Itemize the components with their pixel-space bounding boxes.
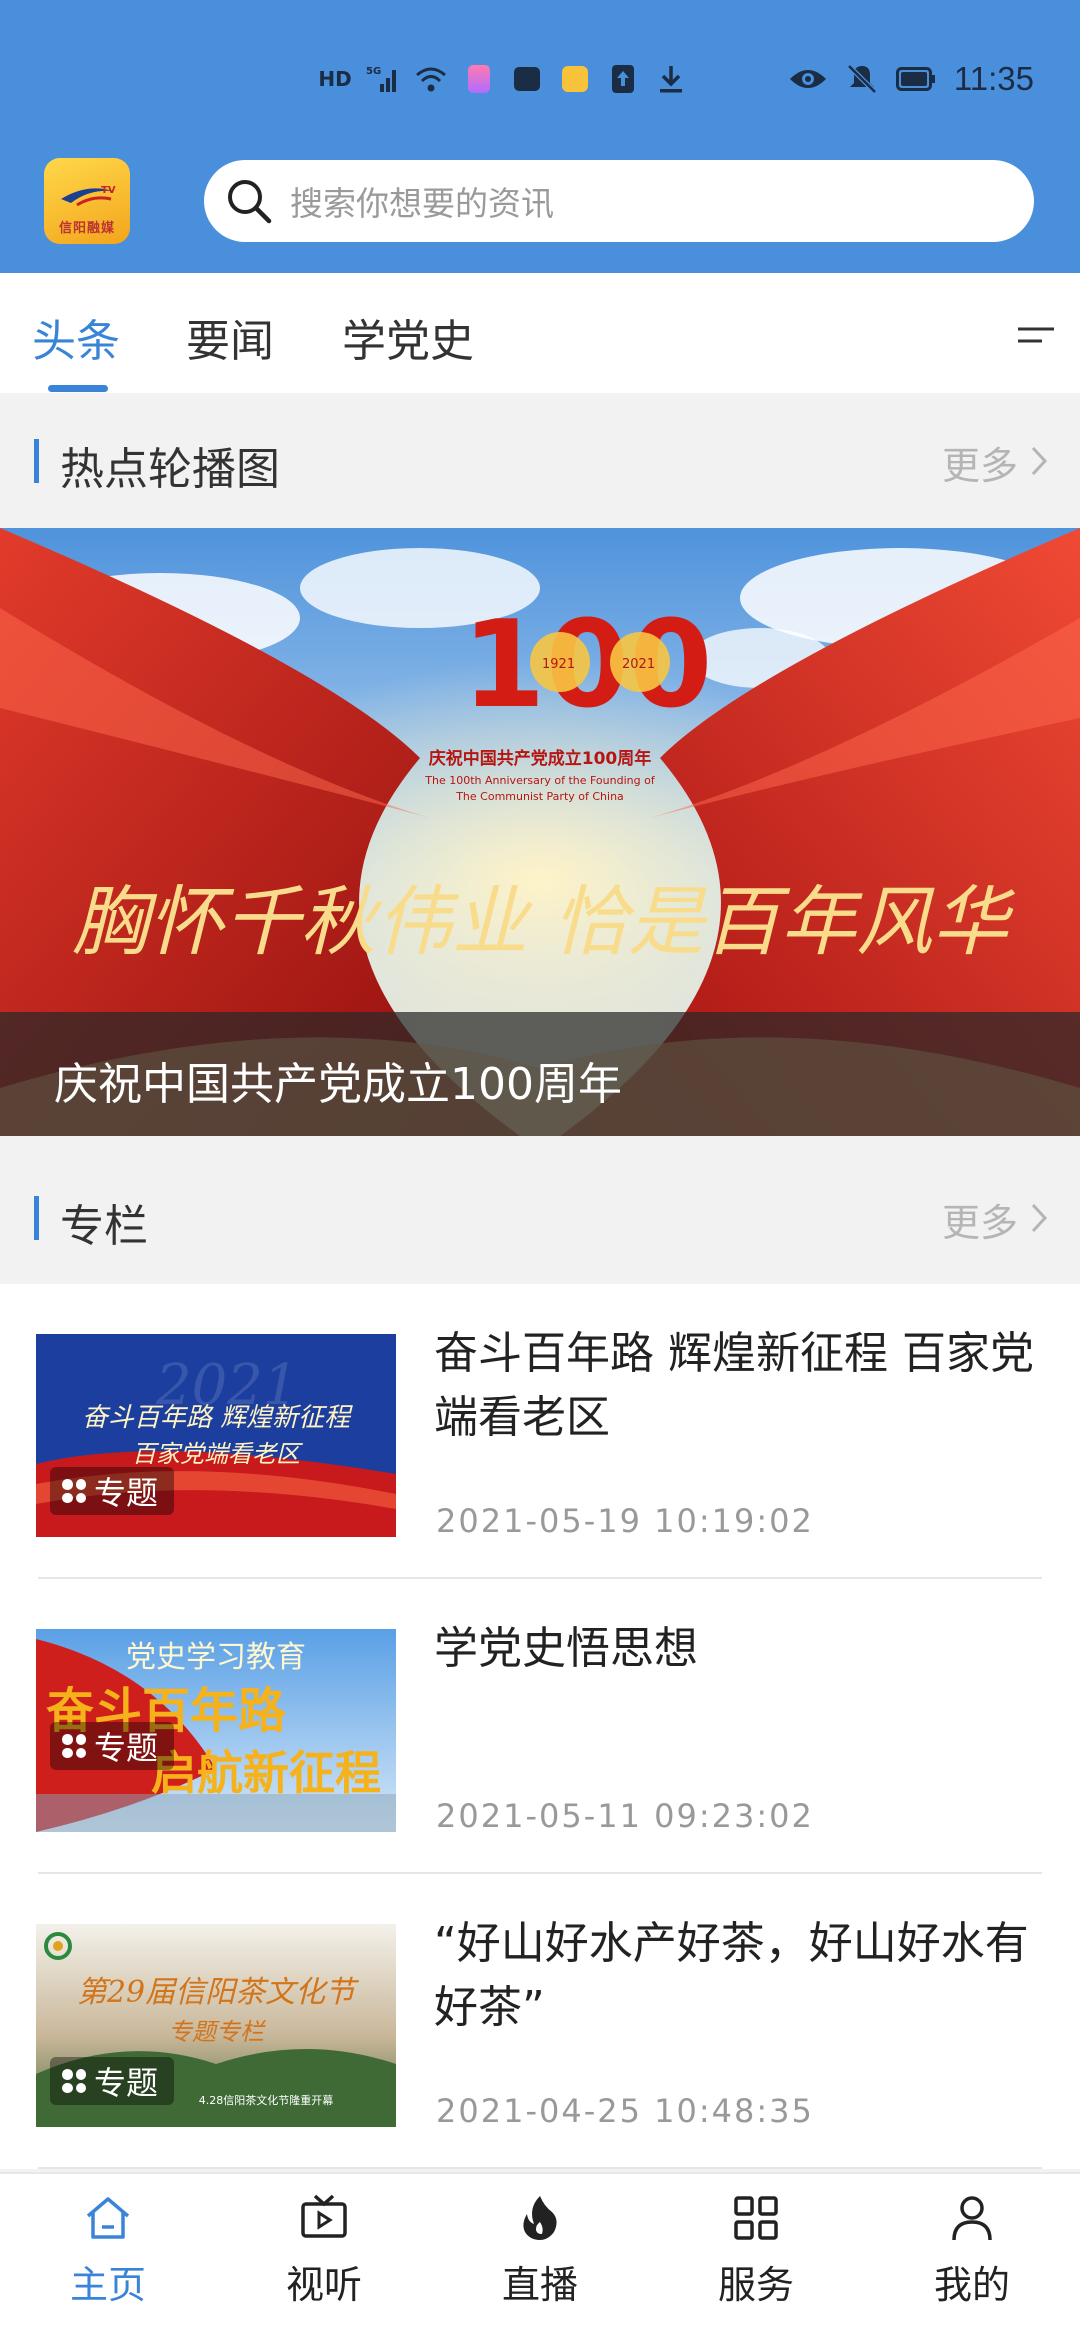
nav-label: 主页 [69,2263,146,2307]
article-list: 2021 奋斗百年路 辉煌新征程 百家党端看老区 专题 奋斗百年路 辉煌新征程 … [0,1284,1080,2169]
article-date: 2021-04-25 10:48:35 [436,2092,814,2130]
nav-label: 我的 [933,2263,1010,2307]
section-title: 热点轮播图 [60,444,280,495]
svg-text:第29届信阳茶文化节: 第29届信阳茶文化节 [77,1975,359,2010]
divider [38,2167,1042,2169]
search-placeholder: 搜索你想要的资讯 [290,184,554,223]
svg-text:2021: 2021 [622,657,655,672]
nav-label: 视听 [285,2263,362,2307]
battery-icon [895,67,935,91]
flame-icon [523,2196,557,2240]
article-date: 2021-05-11 09:23:02 [436,1797,814,1835]
more-link[interactable]: 更多 [942,1192,1018,1247]
svg-text:4.28信阳茶文化节隆重开幕: 4.28信阳茶文化节隆重开幕 [199,2093,334,2107]
topic-icon [62,1734,86,1758]
article-thumbnail: 2021 奋斗百年路 辉煌新征程 百家党端看老区 专题 [36,1334,396,1537]
nav-profile[interactable]: 我的 [912,2192,1032,2309]
user-icon [952,2196,992,2241]
svg-text:The 100th Anniversary of the F: The 100th Anniversary of the Founding of [424,774,656,787]
status-bar-left: HD 5G [318,56,688,102]
search-icon [228,180,272,224]
5g-signal-icon: 5G [366,64,400,94]
banner-subtitle-cn: 庆祝中国共产党成立100周年 [429,748,652,769]
wifi-icon [414,64,448,94]
home-icon [86,2197,130,2239]
app-logo[interactable]: TV 信阳融媒 [44,158,130,244]
app-notification-icon [462,64,496,94]
svg-text:The Communist Party of China: The Communist Party of China [455,790,624,803]
active-tab-indicator [48,385,108,392]
nav-label: 直播 [501,2263,578,2307]
section-accent-bar [34,439,39,483]
nav-live[interactable]: 直播 [480,2192,600,2309]
topic-tag: 专题 [50,1467,175,1515]
search-bar[interactable]: 搜索你想要的资讯 [204,160,1034,242]
svg-text:启航新征程: 启航新征程 [151,1746,381,1800]
nav-services[interactable]: 服务 [696,2192,816,2309]
tab-headlines[interactable]: 头条 [32,305,120,369]
tab-news[interactable]: 要闻 [186,305,274,369]
article-thumbnail: 第29届信阳茶文化节 专题专栏 4.28信阳茶文化节隆重开幕 专题 [36,1924,396,2127]
list-item[interactable]: 党史学习教育 奋斗百年路 启航新征程 专题 学党史悟思想 2021-05-11 … [0,1579,1080,1874]
app-icon [558,64,592,94]
svg-text:党史学习教育: 党史学习教育 [126,1640,306,1675]
eye-icon [789,70,826,88]
logo-text: 信阳融媒 [58,221,115,236]
list-item[interactable]: 2021 奋斗百年路 辉煌新征程 百家党端看老区 专题 奋斗百年路 辉煌新征程 … [0,1284,1080,1579]
svg-text:百家党端看老区: 百家党端看老区 [132,1440,303,1468]
nav-label: 服务 [717,2263,794,2307]
download-icon [654,64,688,94]
channel-tabs: 头条 要闻 学党史 [0,273,1080,393]
topic-tag: 专题 [50,1722,175,1770]
tab-party-history[interactable]: 学党史 [342,305,474,369]
svg-text:专题专栏: 专题专栏 [168,2018,266,2046]
svg-text:奋斗百年路 辉煌新征程: 奋斗百年路 辉煌新征程 [82,1403,353,1433]
banner-calligraphy: 胸怀千秋伟业 恰是百年风华 [72,877,1015,966]
chevron-right-icon[interactable] [1030,445,1048,477]
huawei-icon [510,64,544,94]
article-date: 2021-05-19 10:19:02 [436,1502,814,1540]
upload-icon [606,64,640,94]
topic-tag: 专题 [50,2057,175,2105]
svg-text:1921: 1921 [542,657,575,672]
banner-caption: 庆祝中国共产党成立100周年 [0,1012,1080,1136]
section-accent-bar [34,1196,39,1240]
chevron-right-icon[interactable] [1030,1202,1048,1234]
column-section-header: 专栏 更多 [0,1150,1080,1284]
mute-icon [847,64,877,94]
grid-icon [734,2196,778,2240]
logo-mark-icon: TV [61,185,116,207]
topic-icon [62,1479,86,1503]
nav-home[interactable]: 主页 [48,2192,168,2309]
nav-video[interactable]: 视听 [264,2192,384,2309]
article-title[interactable]: 奋斗百年路 辉煌新征程 百家党端看老区 [434,1322,1044,1450]
article-thumbnail: 党史学习教育 奋斗百年路 启航新征程 专题 [36,1629,396,1832]
svg-text:TV: TV [101,185,116,196]
topic-icon [62,2069,86,2093]
section-title: 专栏 [60,1201,148,1252]
hot-section-header: 热点轮播图 更多 [0,393,1080,527]
video-icon [301,2194,347,2238]
more-link[interactable]: 更多 [942,435,1018,490]
channel-menu-icon[interactable] [1016,320,1056,350]
list-item[interactable]: 第29届信阳茶文化节 专题专栏 4.28信阳茶文化节隆重开幕 专题 “好山好水产… [0,1874,1080,2169]
bottom-nav: 主页 视听 直播 服务 我的 [0,2172,1080,2342]
hd-icon: HD [318,67,352,91]
status-bar-right: 11:35 [788,56,1034,102]
article-title[interactable]: “好山好水产好茶，好山好水有好茶” [434,1912,1044,2040]
svg-text:5G: 5G [366,66,381,77]
article-title[interactable]: 学党史悟思想 [434,1617,1044,1681]
status-time: 11:35 [953,60,1034,97]
banner-caption-text: 庆祝中国共产党成立100周年 [54,1059,622,1110]
